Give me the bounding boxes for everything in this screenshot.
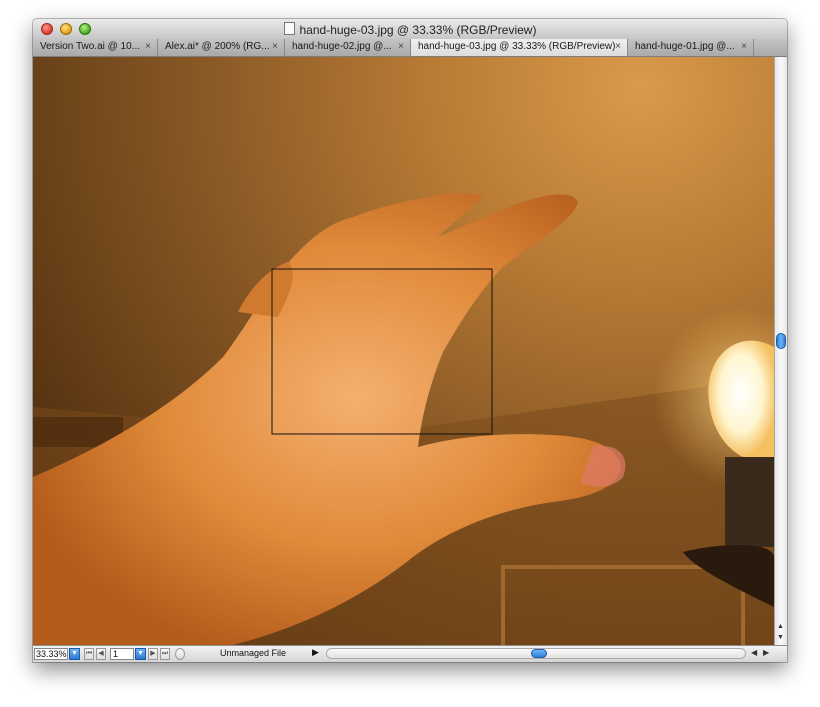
tab-close-icon[interactable]: × xyxy=(615,39,621,55)
tab-close-icon[interactable]: × xyxy=(145,39,151,55)
status-menu-arrow-icon[interactable]: ▶ xyxy=(312,647,319,658)
tab-label: hand-huge-03.jpg @ 33.33% (RGB/Preview) xyxy=(418,41,616,52)
document-icon xyxy=(283,22,295,35)
horizontal-scroll-thumb[interactable] xyxy=(531,649,547,658)
version-cue-icon[interactable] xyxy=(175,648,185,660)
tab-close-icon[interactable]: × xyxy=(272,39,278,55)
zoom-level-field[interactable]: 33.33% xyxy=(34,648,68,660)
vertical-scrollbar[interactable]: ▲ ▼ xyxy=(774,57,787,645)
tab-hand-huge-03[interactable]: hand-huge-03.jpg @ 33.33% (RGB/Preview) … xyxy=(411,39,628,56)
artboard-dropdown-icon[interactable]: ▼ xyxy=(135,648,146,660)
tab-label: hand-huge-01.jpg @... xyxy=(635,41,735,52)
scroll-left-icon[interactable]: ◀ xyxy=(751,648,757,657)
vertical-scroll-thumb[interactable] xyxy=(776,333,786,349)
lamp-socket xyxy=(725,457,774,547)
scroll-up-icon[interactable]: ▲ xyxy=(777,623,784,630)
tab-label: hand-huge-02.jpg @... xyxy=(292,41,392,52)
tab-hand-huge-01[interactable]: hand-huge-01.jpg @... × xyxy=(628,39,754,56)
tab-close-icon[interactable]: × xyxy=(398,39,404,55)
artboard-number-field[interactable]: 1 xyxy=(110,648,134,660)
next-artboard-icon[interactable]: ▶ xyxy=(148,648,158,660)
window-title: hand-huge-03.jpg @ 33.33% (RGB/Preview) xyxy=(299,23,537,37)
document-window: hand-huge-03.jpg @ 33.33% (RGB/Preview) … xyxy=(33,19,787,662)
scroll-down-icon[interactable]: ▼ xyxy=(777,634,784,641)
window-title-container: hand-huge-03.jpg @ 33.33% (RGB/Preview) xyxy=(33,22,787,37)
zoom-dropdown-icon[interactable]: ▼ xyxy=(69,648,80,660)
tab-close-icon[interactable]: × xyxy=(741,39,747,55)
document-tab-bar: Version Two.ai @ 10... × Alex.ai* @ 200%… xyxy=(33,39,787,57)
last-artboard-icon[interactable]: ⏭ xyxy=(160,648,170,660)
placed-photo xyxy=(33,193,774,645)
title-bar[interactable]: hand-huge-03.jpg @ 33.33% (RGB/Preview) xyxy=(33,19,787,40)
first-artboard-icon[interactable]: ⏮ xyxy=(84,648,94,660)
status-bar: 33.33% ▼ ⏮ ◀ 1 ▼ ▶ ⏭ Unmanaged File ▶ ◀ … xyxy=(33,645,787,662)
tab-label: Version Two.ai @ 10... xyxy=(40,41,141,52)
tab-version-two[interactable]: Version Two.ai @ 10... × xyxy=(33,39,158,56)
scroll-right-icon[interactable]: ▶ xyxy=(763,648,769,657)
tab-label: Alex.ai* @ 200% (RG... xyxy=(165,41,270,52)
file-status-label: Unmanaged File xyxy=(220,648,287,658)
tab-hand-huge-02[interactable]: hand-huge-02.jpg @... × xyxy=(285,39,411,56)
tab-alex[interactable]: Alex.ai* @ 200% (RG... × xyxy=(158,39,285,56)
artboard-canvas[interactable] xyxy=(33,57,774,645)
previous-artboard-icon[interactable]: ◀ xyxy=(96,648,106,660)
horizontal-scrollbar[interactable] xyxy=(326,648,746,659)
